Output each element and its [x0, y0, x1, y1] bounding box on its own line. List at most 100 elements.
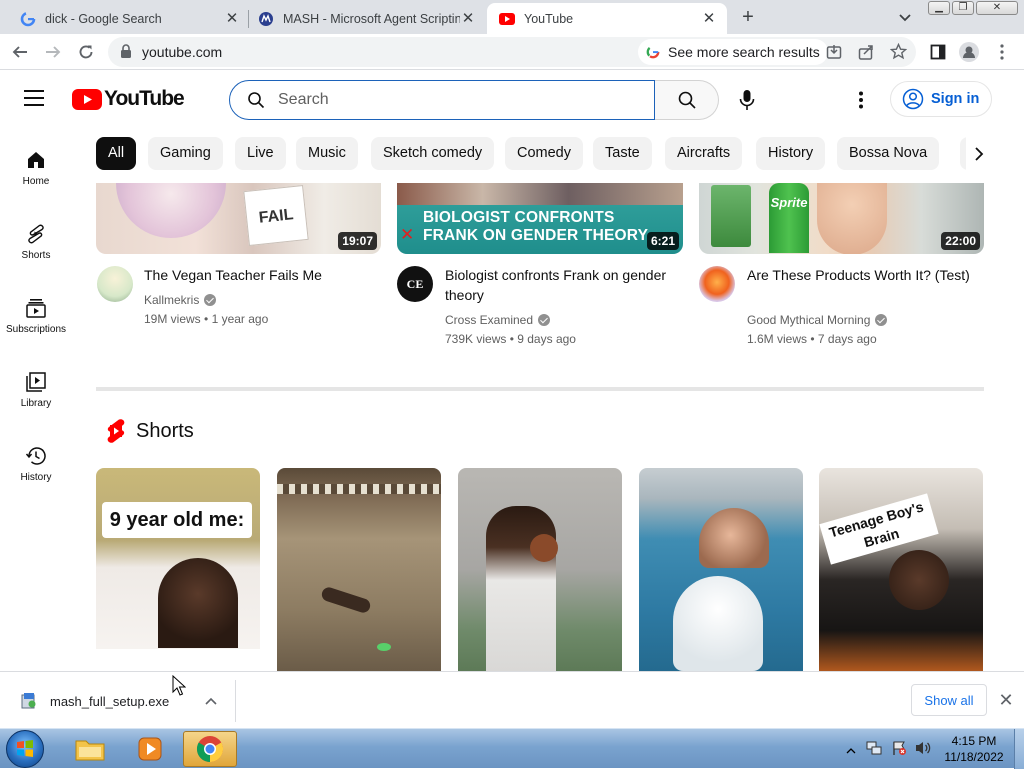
- close-download-bar-icon[interactable]: ✕: [996, 691, 1016, 711]
- windows-start-button[interactable]: [6, 730, 44, 768]
- channel-name[interactable]: Kallmekris: [144, 293, 217, 307]
- chip-live[interactable]: Live: [235, 137, 286, 170]
- short-football: [530, 534, 558, 562]
- show-all-downloads-button[interactable]: Show all: [911, 684, 987, 716]
- short-thumbnail[interactable]: Teenage Boy's Brain: [819, 468, 983, 671]
- cross-examined-logo-icon: CE: [406, 276, 424, 291]
- account-circle-icon: [902, 88, 924, 110]
- reload-icon[interactable]: [76, 42, 96, 62]
- chip-sketch-comedy[interactable]: Sketch comedy: [371, 137, 495, 170]
- short-thumbnail[interactable]: [277, 468, 441, 671]
- side-panel-icon[interactable]: [928, 42, 948, 62]
- chrome-menu-icon[interactable]: [992, 42, 1012, 62]
- show-desktop-button[interactable]: [1014, 729, 1024, 769]
- share-icon[interactable]: [858, 44, 874, 65]
- voice-search-button[interactable]: [727, 80, 767, 120]
- bookmark-star-icon[interactable]: [889, 42, 908, 65]
- tab-separator: [248, 10, 249, 28]
- hamburger-menu-icon[interactable]: [24, 89, 48, 112]
- chips-next-arrow-icon[interactable]: [966, 137, 992, 171]
- search-box[interactable]: [229, 80, 655, 120]
- folder-icon: [75, 740, 105, 761]
- media-player-icon: [138, 737, 162, 761]
- network-icon[interactable]: [866, 740, 882, 761]
- tab-strip: dick - Google Search ✕ MASH - Microsoft …: [0, 0, 1024, 34]
- channel-name[interactable]: Good Mythical Morning: [747, 313, 888, 327]
- chip-history[interactable]: History: [756, 137, 826, 170]
- short-thumbnail[interactable]: [639, 468, 803, 671]
- restore-button[interactable]: ❐: [952, 1, 974, 15]
- address-bar[interactable]: youtube.com See more search results: [108, 37, 916, 67]
- settings-more-icon[interactable]: [858, 91, 864, 114]
- short-thumbnail[interactable]: [458, 468, 622, 671]
- video-title[interactable]: Are These Products Worth It? (Test): [747, 265, 987, 285]
- install-app-icon[interactable]: [826, 44, 842, 65]
- category-chip-bar: All Gaming Live Music Sketch comedy Come…: [96, 137, 996, 171]
- chip-comedy[interactable]: Comedy: [505, 137, 583, 170]
- chip-bossa-nova[interactable]: Bossa Nova: [837, 137, 940, 170]
- taskbar-chrome[interactable]: [183, 731, 237, 767]
- video-title[interactable]: Biologist confronts Frank on gender theo…: [445, 265, 685, 305]
- sign-in-button[interactable]: Sign in: [890, 81, 992, 117]
- verified-check-icon: [875, 314, 888, 326]
- search-button[interactable]: [655, 80, 719, 120]
- minimize-button[interactable]: ▁: [928, 1, 950, 15]
- guide-item-home[interactable]: Home: [0, 148, 72, 187]
- thumbnail-sign: FAIL: [243, 185, 309, 246]
- channel-avatar[interactable]: CE: [397, 266, 433, 302]
- youtube-logo[interactable]: YouTube: [72, 87, 185, 111]
- view-count: 1.6M views: [747, 332, 808, 346]
- volume-icon[interactable]: [914, 740, 932, 761]
- profile-avatar-icon[interactable]: [959, 42, 979, 62]
- chip-taste[interactable]: Taste: [593, 137, 652, 170]
- guide-item-library[interactable]: Library: [0, 370, 72, 409]
- download-bar: mash_full_setup.exe Show all ✕: [0, 671, 1024, 728]
- google-g-icon: [646, 45, 660, 59]
- channel-avatar[interactable]: [699, 266, 735, 302]
- mash-icon: [258, 11, 274, 27]
- channel-name[interactable]: Cross Examined: [445, 313, 551, 327]
- show-hidden-icons-chevron-icon[interactable]: [846, 742, 856, 760]
- close-icon[interactable]: ✕: [224, 10, 240, 27]
- installer-file-icon: [21, 693, 36, 709]
- see-more-search-results-chip[interactable]: See more search results: [638, 39, 828, 65]
- short-thumbnail[interactable]: 9 year old me:: [96, 468, 260, 649]
- chip-music[interactable]: Music: [296, 137, 358, 170]
- close-icon[interactable]: ✕: [460, 10, 476, 27]
- chip-all[interactable]: All: [96, 137, 137, 170]
- chip-aircrafts[interactable]: Aircrafts: [665, 137, 743, 170]
- close-window-button[interactable]: ✕: [976, 1, 1018, 15]
- tab-youtube[interactable]: YouTube ✕: [487, 3, 727, 34]
- channel-avatar[interactable]: [97, 266, 133, 302]
- guide-item-shorts[interactable]: Shorts: [0, 222, 72, 261]
- taskbar-media-player[interactable]: [123, 731, 177, 767]
- tab-mash[interactable]: MASH - Microsoft Agent Scripting ✕: [250, 3, 486, 34]
- lock-icon[interactable]: [120, 44, 132, 64]
- short-person: [889, 550, 949, 610]
- guide-item-history[interactable]: History: [0, 444, 72, 483]
- forward-icon[interactable]: [43, 42, 63, 62]
- guide-item-subscriptions[interactable]: Subscriptions: [0, 296, 72, 335]
- video-thumbnail[interactable]: Sprite 22:00: [699, 183, 984, 254]
- video-title[interactable]: The Vegan Teacher Fails Me: [144, 265, 384, 285]
- guide-label: Shorts: [21, 250, 51, 261]
- back-icon[interactable]: [10, 42, 30, 62]
- new-tab-button[interactable]: +: [737, 6, 759, 28]
- video-duration: 22:00: [941, 232, 980, 250]
- tab-google-search[interactable]: dick - Google Search ✕: [0, 3, 250, 34]
- taskbar-explorer[interactable]: [63, 731, 117, 767]
- video-duration: 6:21: [646, 232, 679, 250]
- video-thumbnail[interactable]: BIOLOGIST CONFRONTS FRANK ON GENDER THEO…: [397, 183, 683, 254]
- search-input[interactable]: [278, 89, 638, 111]
- video-thumbnail[interactable]: FAIL 19:07: [96, 183, 381, 254]
- close-icon[interactable]: ✕: [701, 10, 717, 27]
- download-item[interactable]: mash_full_setup.exe: [10, 680, 236, 722]
- chevron-up-icon[interactable]: [205, 697, 217, 705]
- see-more-label: See more search results: [668, 44, 820, 60]
- tab-search-chevron-icon[interactable]: [896, 8, 914, 26]
- chip-gaming[interactable]: Gaming: [148, 137, 223, 170]
- clock-time: 4:15 PM: [951, 734, 997, 748]
- action-center-flag-icon[interactable]: [891, 740, 907, 761]
- tab-title: YouTube: [524, 11, 574, 26]
- taskbar-clock[interactable]: 4:15 PM 11/18/2022: [938, 733, 1010, 765]
